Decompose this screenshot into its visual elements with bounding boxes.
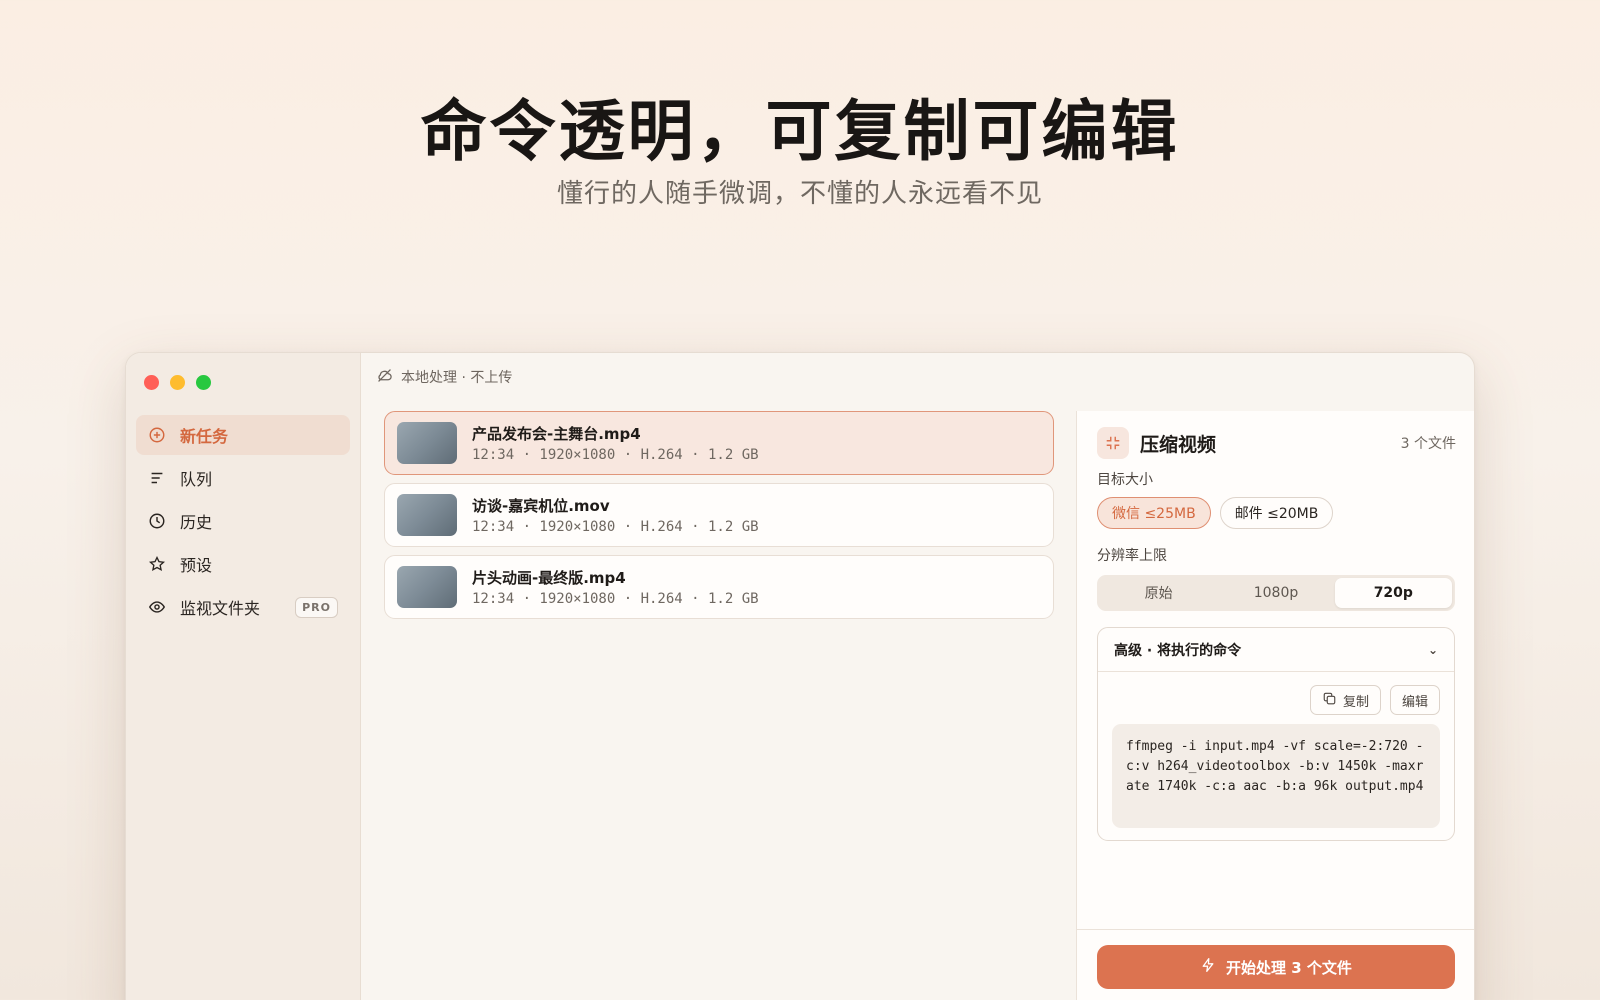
resolution-option-original[interactable]: 原始 bbox=[1100, 578, 1217, 608]
resolution-segmented-control: 原始 1080p 720p bbox=[1097, 575, 1455, 611]
sidebar-item-watch-folder[interactable]: 监视文件夹 PRO bbox=[136, 587, 350, 627]
file-meta: 12:34 · 1920×1080 · H.264 · 1.2 GB bbox=[472, 519, 759, 535]
sidebar-item-label: 队列 bbox=[180, 470, 213, 489]
file-list: 产品发布会-主舞台.mp4 12:34 · 1920×1080 · H.264 … bbox=[384, 411, 1054, 627]
cloud-off-icon bbox=[376, 367, 393, 388]
panel-header: 压缩视频 3 个文件 bbox=[1097, 427, 1456, 459]
target-option-email[interactable]: 邮件 ≤20MB bbox=[1219, 497, 1334, 529]
target-size-label: 目标大小 bbox=[1097, 472, 1153, 488]
star-icon bbox=[148, 555, 166, 573]
file-row[interactable]: 产品发布会-主舞台.mp4 12:34 · 1920×1080 · H.264 … bbox=[384, 411, 1054, 475]
sidebar-item-presets[interactable]: 预设 bbox=[136, 544, 350, 584]
minimize-window-button[interactable] bbox=[170, 375, 185, 390]
edit-label: 编辑 bbox=[1401, 694, 1428, 710]
copy-button[interactable]: 复制 bbox=[1309, 685, 1381, 715]
sidebar-item-label: 新任务 bbox=[180, 427, 229, 446]
file-row[interactable]: 片头动画-最终版.mp4 12:34 · 1920×1080 · H.264 ·… bbox=[384, 555, 1054, 619]
sidebar-nav: 新任务 队列 历史 预设 监视文件夹 PRO bbox=[136, 415, 350, 630]
advanced-command-section: 高级 · 将执行的命令 ⌄ 复制 编辑 ffmpeg -i input.mp4 … bbox=[1097, 627, 1455, 841]
panel-title: 压缩视频 bbox=[1140, 433, 1217, 456]
file-name: 产品发布会-主舞台.mp4 bbox=[472, 425, 641, 443]
chevron-down-icon: ⌄ bbox=[1427, 642, 1438, 657]
file-name: 片头动画-最终版.mp4 bbox=[472, 569, 626, 587]
list-icon bbox=[148, 469, 166, 487]
start-label: 开始处理 3 个文件 bbox=[1226, 958, 1352, 977]
sidebar-item-new-task[interactable]: 新任务 bbox=[136, 415, 350, 455]
resolution-label: 分辨率上限 bbox=[1097, 548, 1167, 564]
plus-circle-icon bbox=[148, 426, 166, 444]
settings-panel: 压缩视频 3 个文件 目标大小 微信 ≤25MB 邮件 ≤20MB 分辨率上限 … bbox=[1076, 411, 1474, 1000]
window-controls bbox=[144, 375, 211, 390]
close-window-button[interactable] bbox=[144, 375, 159, 390]
compress-icon bbox=[1097, 427, 1129, 459]
file-meta: 12:34 · 1920×1080 · H.264 · 1.2 GB bbox=[472, 591, 759, 607]
sidebar-item-label: 历史 bbox=[180, 513, 213, 532]
copy-icon bbox=[1322, 691, 1337, 710]
resolution-option-1080p[interactable]: 1080p bbox=[1217, 578, 1334, 608]
hero-title: 命令透明，可复制可编辑 bbox=[420, 93, 1180, 170]
sidebar-item-history[interactable]: 历史 bbox=[136, 501, 350, 541]
file-count: 3 个文件 bbox=[1400, 436, 1456, 452]
clock-icon bbox=[148, 512, 166, 530]
video-thumbnail bbox=[397, 566, 457, 608]
video-thumbnail bbox=[397, 422, 457, 464]
target-size-options: 微信 ≤25MB 邮件 ≤20MB bbox=[1097, 497, 1334, 529]
sidebar-item-queue[interactable]: 队列 bbox=[136, 458, 350, 498]
target-option-wechat[interactable]: 微信 ≤25MB bbox=[1097, 497, 1211, 529]
command-text: ffmpeg -i input.mp4 -vf scale=-2:720 -c:… bbox=[1112, 724, 1440, 828]
file-meta: 12:34 · 1920×1080 · H.264 · 1.2 GB bbox=[472, 447, 759, 463]
command-actions: 复制 编辑 bbox=[1309, 685, 1440, 715]
sidebar-item-label: 监视文件夹 bbox=[180, 599, 261, 618]
status-text: 本地处理 · 不上传 bbox=[401, 370, 513, 386]
sidebar-item-label: 预设 bbox=[180, 556, 213, 575]
start-processing-button[interactable]: 开始处理 3 个文件 bbox=[1097, 945, 1455, 989]
advanced-toggle[interactable]: 高级 · 将执行的命令 ⌄ bbox=[1098, 628, 1454, 672]
app-window: 新任务 队列 历史 预设 监视文件夹 PRO 本地处理 · 不上传 产品发布会-… bbox=[125, 352, 1475, 1000]
advanced-title: 高级 · 将执行的命令 bbox=[1114, 642, 1242, 659]
sidebar: 新任务 队列 历史 预设 监视文件夹 PRO bbox=[126, 353, 361, 1000]
edit-button[interactable]: 编辑 bbox=[1389, 685, 1440, 715]
file-name: 访谈-嘉宾机位.mov bbox=[472, 497, 610, 515]
panel-footer: 开始处理 3 个文件 bbox=[1077, 929, 1474, 1000]
hero-subtitle: 懂行的人随手微调，不懂的人永远看不见 bbox=[556, 179, 1043, 209]
video-thumbnail bbox=[397, 494, 457, 536]
zoom-window-button[interactable] bbox=[196, 375, 211, 390]
pro-badge: PRO bbox=[295, 597, 338, 618]
bolt-icon bbox=[1200, 957, 1216, 977]
copy-label: 复制 bbox=[1342, 694, 1369, 710]
status-bar: 本地处理 · 不上传 bbox=[376, 367, 512, 387]
file-row[interactable]: 访谈-嘉宾机位.mov 12:34 · 1920×1080 · H.264 · … bbox=[384, 483, 1054, 547]
resolution-option-720p[interactable]: 720p bbox=[1334, 578, 1452, 608]
eye-icon bbox=[148, 598, 166, 616]
